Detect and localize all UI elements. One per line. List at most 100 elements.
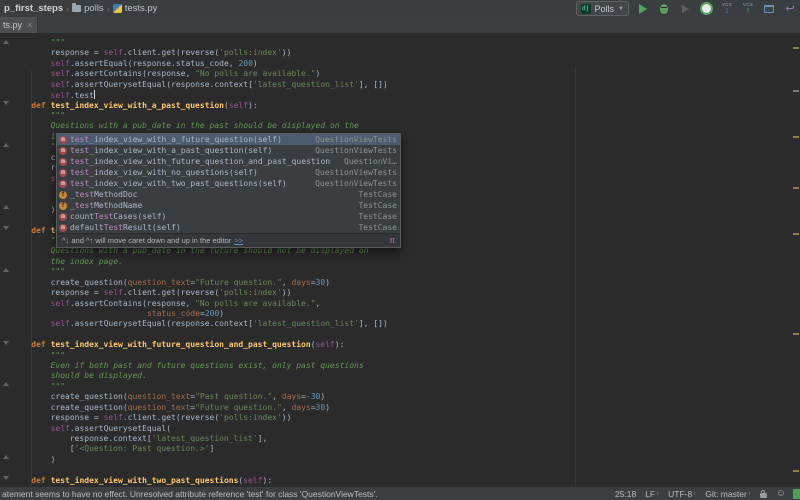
code-line: response = self.client.get(reverse('poll…: [50, 413, 292, 423]
stripe-mark: [793, 470, 799, 472]
text-caret: [93, 90, 95, 100]
fold-marker-icon[interactable]: [3, 455, 9, 459]
code-line: status_code=200): [147, 308, 225, 318]
profiler-icon: [699, 2, 713, 15]
completion-item[interactable]: m test_index_view_with_a_past_question(se…: [57, 145, 400, 156]
completion-item-type: QuestionViewTests: [315, 146, 397, 155]
fold-marker-icon[interactable]: [3, 382, 9, 386]
status-message: atement seems to have no effect. Unresol…: [2, 488, 378, 499]
stripe-mark: [793, 136, 799, 138]
code-editor[interactable]: """ response = self.client.get(reverse('p…: [0, 33, 800, 487]
undo-icon: ↩: [785, 2, 795, 15]
stripe-mark: [793, 233, 799, 235]
status-widget[interactable]: UTF-8 ↕: [668, 489, 696, 499]
inspection-profile-icon[interactable]: ☺: [776, 488, 786, 499]
code-line: self.assertEqual(response.status_code, 2…: [50, 58, 258, 68]
completion-item-type: TestCase: [358, 201, 397, 210]
code-line: self.assertQuerysetEqual(response.contex…: [50, 79, 388, 89]
play-icon: [639, 3, 647, 14]
code-line: def test_index_view_with_future_question…: [31, 340, 345, 350]
pi-icon: π: [389, 236, 395, 245]
fold-marker-icon[interactable]: [3, 476, 9, 480]
window-icon: [764, 4, 774, 13]
completion-item-name: _testMethodName: [70, 201, 143, 210]
fold-marker-icon[interactable]: [3, 205, 9, 209]
breadcrumb-item[interactable]: polls: [70, 3, 106, 14]
completion-item-name: _testMethodDoc: [70, 190, 138, 199]
code-line: """: [50, 381, 66, 391]
code-line: should be displayed.: [50, 371, 147, 381]
run-button[interactable]: [636, 2, 650, 16]
bug-icon: [660, 3, 668, 14]
debug-button[interactable]: [657, 2, 671, 16]
code-line: create_question(question_text="Future qu…: [50, 402, 331, 412]
completion-item[interactable]: f _testMethodName TestCase: [57, 200, 400, 211]
lock-icon[interactable]: [759, 489, 767, 498]
django-icon: dj: [580, 3, 591, 14]
status-indicator: [793, 489, 800, 499]
field-icon: f: [59, 201, 67, 210]
completion-item-name: countTestCases(self): [70, 212, 167, 221]
hint-link[interactable]: >>: [234, 236, 243, 245]
chevron-down-icon: ▼: [618, 5, 624, 12]
completion-item[interactable]: m test_index_view_with_two_past_questions…: [57, 178, 400, 189]
code-line: def test_index_view_with_a_past_question…: [31, 100, 258, 110]
completion-item[interactable]: f _testMethodDoc TestCase: [57, 189, 400, 200]
main-toolbar: dj Polls ▼ VCS ↓ VCS ↑ ↩: [575, 0, 797, 17]
fold-marker-icon[interactable]: [3, 40, 9, 44]
vcs-commit-button[interactable]: VCS ↑: [741, 2, 755, 16]
profiler-button[interactable]: [699, 2, 713, 16]
close-icon[interactable]: ×: [27, 20, 32, 30]
completion-item-name: test_index_view_with_a_past_question(sel…: [70, 146, 273, 155]
code-line: self.assertContains(response, "No polls …: [50, 298, 321, 308]
code-line: response = self.client.get(reverse('poll…: [50, 288, 292, 298]
code-line: """: [50, 350, 66, 360]
status-widget[interactable]: Git: master ↕: [705, 489, 751, 499]
completion-item-type: QuestionViewTests: [315, 135, 397, 144]
code-line: self.assertQuerysetEqual(response.contex…: [50, 319, 388, 329]
run-config-selector[interactable]: dj Polls ▼: [575, 1, 629, 16]
updown-icon: ↕: [747, 490, 751, 497]
field-icon: f: [59, 190, 67, 199]
stripe-mark: [793, 90, 799, 92]
status-widget[interactable]: 25:18: [615, 489, 636, 499]
tab-tests-py[interactable]: ts.py ×: [0, 17, 39, 33]
completion-item[interactable]: m countTestCases(self) TestCase: [57, 211, 400, 222]
code-line: """: [50, 267, 66, 277]
completion-popup: m test_index_view_with_a_future_question(…: [56, 133, 401, 248]
coverage-button[interactable]: [678, 2, 692, 16]
completion-item[interactable]: m test_index_view_with_future_question_an…: [57, 156, 400, 167]
run-config-label: Polls: [594, 3, 615, 14]
fold-marker-icon[interactable]: [3, 226, 9, 230]
breadcrumb-item[interactable]: p_first_steps: [2, 3, 65, 14]
changes-button[interactable]: [762, 2, 776, 16]
vcs-update-button[interactable]: VCS ↓: [720, 2, 734, 16]
method-icon: m: [59, 135, 67, 144]
fold-marker-icon[interactable]: [3, 341, 9, 345]
method-icon: m: [59, 146, 67, 155]
fold-marker-icon[interactable]: [3, 268, 9, 272]
vcs-commit-icon: ↑: [745, 5, 751, 16]
completion-item-type: QuestionVi…: [344, 157, 397, 166]
code-line: ): [50, 204, 56, 214]
status-widget[interactable]: LF ↕: [645, 489, 659, 499]
tab-label: ts.py: [3, 20, 23, 30]
python-file-icon: [112, 4, 122, 13]
method-icon: m: [59, 168, 67, 177]
fold-marker-icon[interactable]: [3, 101, 9, 105]
completion-item[interactable]: m test_index_view_with_no_questions(self)…: [57, 167, 400, 178]
completion-item-type: TestCase: [358, 223, 397, 232]
method-icon: m: [59, 223, 67, 232]
completion-item[interactable]: m test_index_view_with_a_future_question(…: [57, 134, 400, 145]
breadcrumb-item[interactable]: tests.py: [111, 3, 160, 14]
stripe-mark: [793, 187, 799, 189]
completion-item[interactable]: m defaultTestResult(self) TestCase: [57, 222, 400, 233]
hint-text: ^↓ and ^↑ will move caret down and up in…: [62, 236, 232, 245]
fold-marker-icon[interactable]: [3, 143, 9, 147]
rollback-button[interactable]: ↩: [783, 2, 797, 16]
editor-tab-bar: ts.py ×: [0, 17, 800, 34]
code-line: """: [50, 38, 66, 47]
completion-item-name: defaultTestResult(self): [70, 223, 181, 232]
completion-item-type: TestCase: [358, 190, 397, 199]
completion-item-type: QuestionViewTests: [315, 168, 397, 177]
